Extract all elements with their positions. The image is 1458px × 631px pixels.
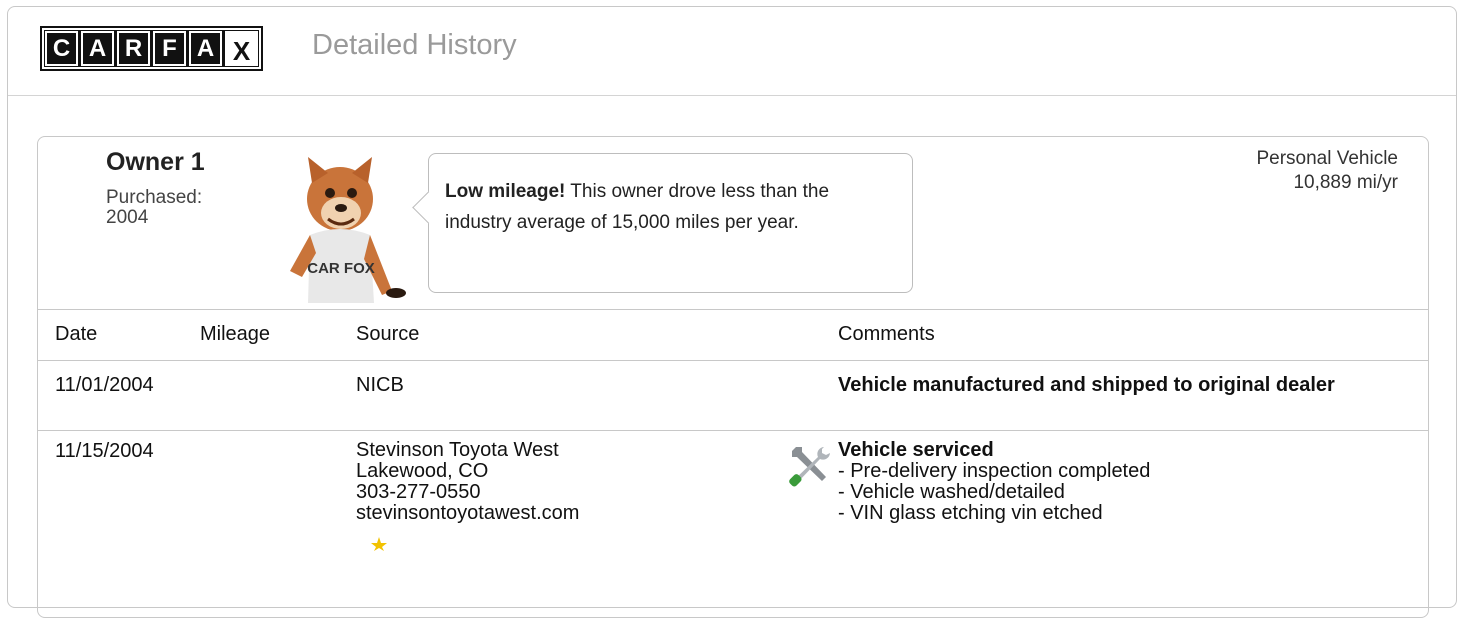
vehicle-usage: Personal Vehicle 10,889 mi/yr	[1256, 147, 1398, 195]
carfax-logo[interactable]: C A R F A X	[40, 26, 263, 71]
row-comment-title: Vehicle serviced	[838, 439, 994, 461]
table-row: 11/15/2004 Stevinson Toyota West Lakewoo…	[38, 431, 1428, 631]
row-comment-title: Vehicle manufactured and shipped to orig…	[838, 374, 1335, 396]
source-name: Stevinson Toyota West	[356, 439, 559, 461]
low-mileage-callout: Low mileage! This owner drove less than …	[412, 153, 913, 293]
row-source: Stevinson Toyota West Lakewood, CO 303-2…	[356, 440, 579, 524]
row-source: NICB	[356, 374, 404, 396]
owner-name: Owner 1	[106, 148, 205, 176]
purchased-info: Purchased: 2004	[106, 188, 246, 228]
column-date: Date	[55, 323, 98, 345]
source-location: Lakewood, CO	[356, 460, 489, 482]
comment-line: - Vehicle washed/detailed	[838, 481, 1065, 503]
report-header: C A R F A X Detailed History	[8, 7, 1456, 96]
comment-line: - VIN glass etching vin etched	[838, 502, 1103, 524]
history-frame: C A R F A X Detailed History Owner 1 Pur…	[7, 6, 1457, 618]
purchased-year: 2004	[106, 207, 149, 228]
source-website-link[interactable]: stevinsontoyotawest.com	[356, 503, 579, 524]
source-phone[interactable]: 303-277-0550	[356, 482, 579, 503]
row-comments: Vehicle serviced - Pre-delivery inspecti…	[838, 440, 1150, 524]
table-row: 11/01/2004 NICB Vehicle manufactured and…	[38, 360, 1428, 431]
column-comments: Comments	[838, 323, 935, 345]
logo-letter: R	[117, 31, 150, 66]
column-mileage: Mileage	[200, 323, 271, 345]
logo-letter: C	[45, 31, 78, 66]
carfox-mascot-icon: CAR FOX	[290, 157, 406, 303]
owner-card: Owner 1 Purchased: 2004 CAR FOX Low mile…	[37, 136, 1429, 618]
row-date: 11/15/2004	[55, 440, 154, 462]
history-table-header: Date Mileage Source Comments	[38, 309, 1428, 361]
logo-letter: A	[81, 31, 114, 66]
purchased-label: Purchased:	[106, 187, 203, 208]
row-date: 11/01/2004	[55, 374, 154, 396]
logo-letter: F	[153, 31, 186, 66]
callout-highlight: Low mileage!	[445, 181, 566, 202]
comment-line: - Pre-delivery inspection completed	[838, 460, 1151, 482]
logo-letter: A	[189, 31, 222, 66]
wrench-screwdriver-icon	[789, 447, 830, 487]
logo-letter: X	[225, 31, 258, 66]
star-icon	[371, 537, 387, 551]
mileage-per-year: 10,889 mi/yr	[1293, 172, 1398, 193]
fox-shirt-text: CAR FOX	[307, 260, 375, 277]
column-source: Source	[356, 323, 420, 345]
vehicle-type: Personal Vehicle	[1256, 148, 1398, 169]
page-title: Detailed History	[312, 29, 517, 61]
